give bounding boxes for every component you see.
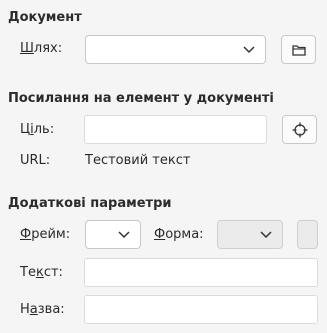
target-label: Ціль: (20, 122, 54, 137)
text-label-post: ст: (43, 265, 63, 280)
path-label-text: лях: (33, 41, 63, 56)
text-label-pre: Те (20, 265, 36, 280)
chevron-down-icon (243, 45, 255, 53)
chevron-down-icon (118, 230, 130, 238)
crosshair-icon (292, 122, 307, 137)
name-label-post: зва: (37, 302, 65, 317)
url-value: Тестовий текст (85, 153, 191, 168)
target-in-document-button[interactable] (282, 115, 317, 144)
frame-label-mnemonic: Ф (20, 227, 32, 242)
name-label: Назва: (20, 302, 65, 317)
frame-label-post: рейм: (31, 227, 71, 242)
form-label-mnemonic: Ф (154, 227, 166, 242)
path-combobox[interactable] (85, 35, 266, 64)
url-label: URL: (20, 153, 51, 168)
name-input[interactable] (84, 295, 318, 324)
name-label-pre: Н (20, 302, 30, 317)
form-combobox[interactable] (217, 220, 283, 249)
frame-label: Фрейм: (20, 227, 70, 242)
extra-section-title: Додаткові параметри (8, 196, 172, 211)
target-label-pre: Ц (20, 122, 31, 137)
text-label: Текст: (20, 265, 63, 280)
target-section-title: Посилання на елемент у документі (8, 91, 274, 106)
document-section-title: Документ (8, 10, 82, 25)
name-label-mnemonic: а (29, 302, 38, 317)
target-label-post: ль: (33, 122, 55, 137)
path-label: Шлях: (20, 41, 62, 56)
form-label: Форма: (154, 227, 204, 242)
frame-combobox[interactable] (85, 220, 141, 249)
form-label-post: орма: (165, 227, 204, 242)
events-button[interactable] (297, 220, 318, 249)
text-input[interactable] (84, 258, 318, 287)
text-label-mnemonic: к (35, 265, 44, 280)
path-label-mnemonic: Ш (20, 41, 34, 56)
open-file-button[interactable] (281, 35, 316, 64)
chevron-down-icon (260, 230, 272, 238)
target-input[interactable] (84, 115, 267, 144)
folder-icon (291, 44, 306, 56)
